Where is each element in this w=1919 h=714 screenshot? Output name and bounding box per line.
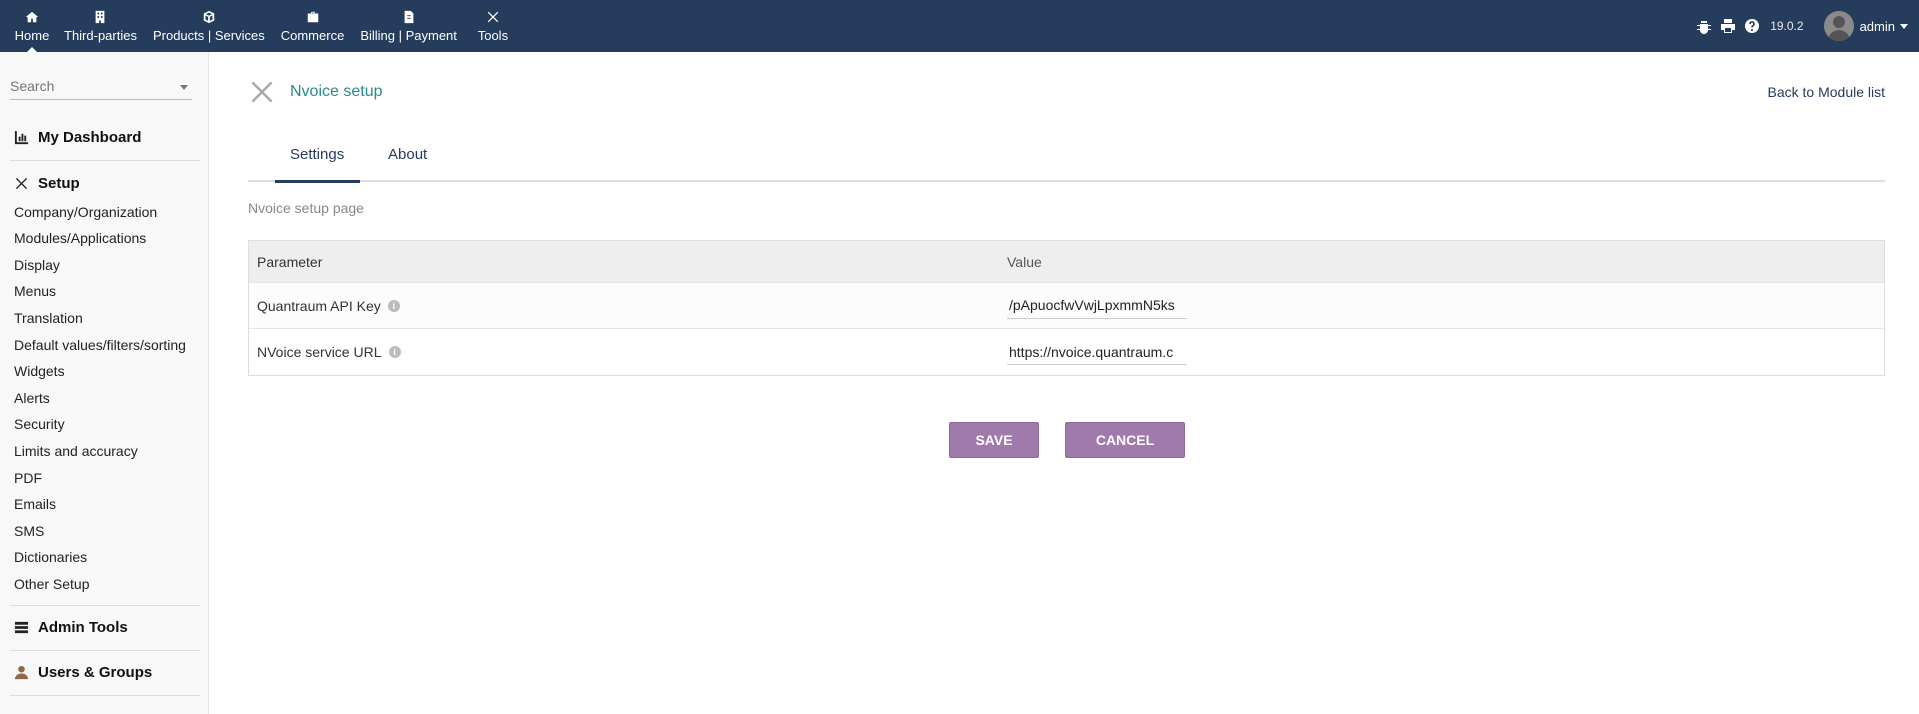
tools-icon [487, 11, 499, 23]
chevron-down-icon[interactable] [1899, 21, 1909, 31]
settings-table: Parameter Value Quantraum API Key i NVoi… [248, 240, 1885, 376]
sidebar-item-modules[interactable]: Modules/Applications [14, 230, 146, 246]
service-url-input[interactable] [1007, 339, 1187, 365]
sidebar-item-users-groups[interactable]: Users & Groups [14, 664, 152, 681]
sidebar-item-other-setup[interactable]: Other Setup [14, 576, 90, 592]
api-key-input[interactable] [1007, 292, 1187, 319]
sidebar-item-setup[interactable]: Setup [14, 175, 80, 192]
parameter-label: Quantraum API Key [257, 297, 381, 314]
search-input[interactable] [10, 78, 170, 94]
tab-about[interactable]: About [378, 142, 438, 182]
file-invoice-icon [404, 10, 413, 24]
nav-products-label: Products | Services [152, 28, 265, 43]
page-description: Nvoice setup page [248, 200, 364, 216]
column-header-parameter: Parameter [257, 253, 323, 270]
sidebar-item-widgets[interactable]: Widgets [14, 363, 65, 379]
value-cell [999, 339, 1187, 365]
sidebar-item-label: Setup [38, 175, 80, 192]
cube-icon [203, 10, 215, 24]
sidebar-item-display[interactable]: Display [14, 257, 60, 273]
sidebar-item-pdf[interactable]: PDF [14, 470, 42, 486]
nav-tools[interactable]: Tools [465, 0, 521, 52]
building-icon [96, 10, 105, 24]
sidebar-item-dictionaries[interactable]: Dictionaries [14, 549, 87, 565]
info-icon[interactable]: i [387, 299, 400, 312]
sidebar-item-dashboard[interactable]: My Dashboard [14, 129, 141, 146]
divider [10, 160, 200, 161]
user-name[interactable]: admin [1860, 19, 1895, 34]
nav-billing-label: Billing | Payment [360, 28, 457, 43]
nav-home[interactable]: Home [8, 0, 56, 52]
tab-settings[interactable]: Settings [275, 142, 360, 183]
top-right-tools: 19.0.2 admin [1688, 0, 1909, 52]
sidebar-item-security[interactable]: Security [14, 416, 65, 432]
divider [10, 605, 200, 606]
bug-icon[interactable] [1696, 18, 1712, 34]
tools-icon [251, 81, 273, 103]
divider [10, 695, 200, 696]
sidebar-item-company[interactable]: Company/Organization [14, 204, 157, 220]
sidebar-item-menus[interactable]: Menus [14, 283, 56, 299]
nav-third-parties-label: Third-parties [64, 28, 137, 43]
user-icon [14, 665, 29, 680]
tools-icon [15, 177, 28, 190]
page-header: Nvoice setup [248, 78, 383, 106]
search-select[interactable] [10, 78, 192, 100]
table-row: Quantraum API Key i [249, 283, 1884, 329]
version-label: 19.0.2 [1770, 19, 1804, 33]
info-icon[interactable]: i [388, 346, 401, 358]
server-icon [14, 621, 29, 634]
chevron-down-icon[interactable] [180, 85, 188, 90]
page-title: Nvoice setup [290, 83, 383, 100]
sidebar-item-emails[interactable]: Emails [14, 496, 56, 512]
sidebar-item-label: Admin Tools [38, 619, 128, 636]
save-button[interactable]: SAVE [949, 422, 1039, 458]
main-menu: Home Third-parties Products | Services C… [8, 0, 521, 52]
table-row: NVoice service URL i [249, 329, 1884, 375]
chart-icon [14, 130, 29, 145]
sidebar-item-label: Users & Groups [38, 664, 153, 681]
nav-products-services[interactable]: Products | Services [145, 0, 273, 52]
nav-billing-payment[interactable]: Billing | Payment [352, 0, 465, 52]
nav-home-label: Home [14, 28, 50, 43]
tab-bar: Settings About [248, 142, 1885, 183]
avatar[interactable] [1823, 11, 1854, 41]
value-cell [999, 292, 1187, 319]
briefcase-icon [307, 11, 318, 23]
nav-commerce-label: Commerce [280, 28, 345, 43]
parameter-cell: Quantraum API Key i [249, 298, 999, 314]
sidebar-item-limits[interactable]: Limits and accuracy [14, 443, 138, 459]
divider [10, 650, 200, 651]
left-sidebar: My Dashboard Setup Company/Organization … [0, 52, 209, 714]
parameter-label: NVoice service URL [257, 344, 382, 360]
parameter-cell: NVoice service URL i [249, 344, 999, 360]
sidebar-item-sms[interactable]: SMS [14, 523, 44, 539]
home-icon [25, 11, 39, 23]
help-icon[interactable] [1744, 18, 1760, 34]
nav-third-parties[interactable]: Third-parties [56, 0, 145, 52]
cancel-button[interactable]: CANCEL [1065, 422, 1185, 458]
printer-icon[interactable] [1720, 18, 1736, 34]
sidebar-item-alerts[interactable]: Alerts [14, 390, 50, 406]
sidebar-item-default-values[interactable]: Default values/filters/sorting [14, 337, 186, 353]
nav-tools-label: Tools [477, 28, 509, 43]
sidebar-item-label: My Dashboard [38, 129, 142, 146]
sidebar-item-translation[interactable]: Translation [14, 310, 83, 326]
column-header-value: Value [1007, 253, 1042, 270]
back-to-module-list-link[interactable]: Back to Module list [1768, 84, 1886, 100]
table-header-row: Parameter Value [249, 241, 1884, 283]
top-navbar: Home Third-parties Products | Services C… [0, 0, 1919, 52]
nav-commerce[interactable]: Commerce [273, 0, 353, 52]
sidebar-item-admin-tools[interactable]: Admin Tools [14, 619, 128, 636]
